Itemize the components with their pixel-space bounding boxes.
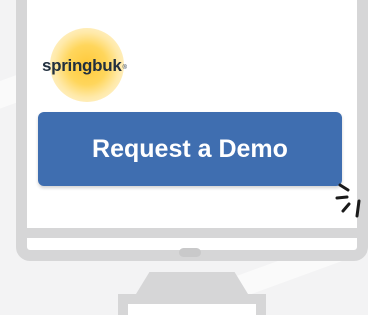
request-demo-label: Request a Demo	[92, 134, 288, 163]
trademark-symbol: ®	[122, 65, 127, 71]
request-demo-button[interactable]: Request a Demo	[38, 112, 342, 186]
monitor-bezel	[16, 228, 368, 238]
monitor-stand-base	[118, 294, 266, 315]
brand-logo: springbuk®	[42, 56, 127, 76]
demo-banner: springbuk® Request a Demo	[0, 0, 368, 315]
monitor-power-button	[179, 248, 201, 257]
click-burst-icon	[335, 183, 361, 218]
brand-name: springbuk	[42, 56, 122, 75]
monitor-stand-neck	[136, 272, 248, 294]
